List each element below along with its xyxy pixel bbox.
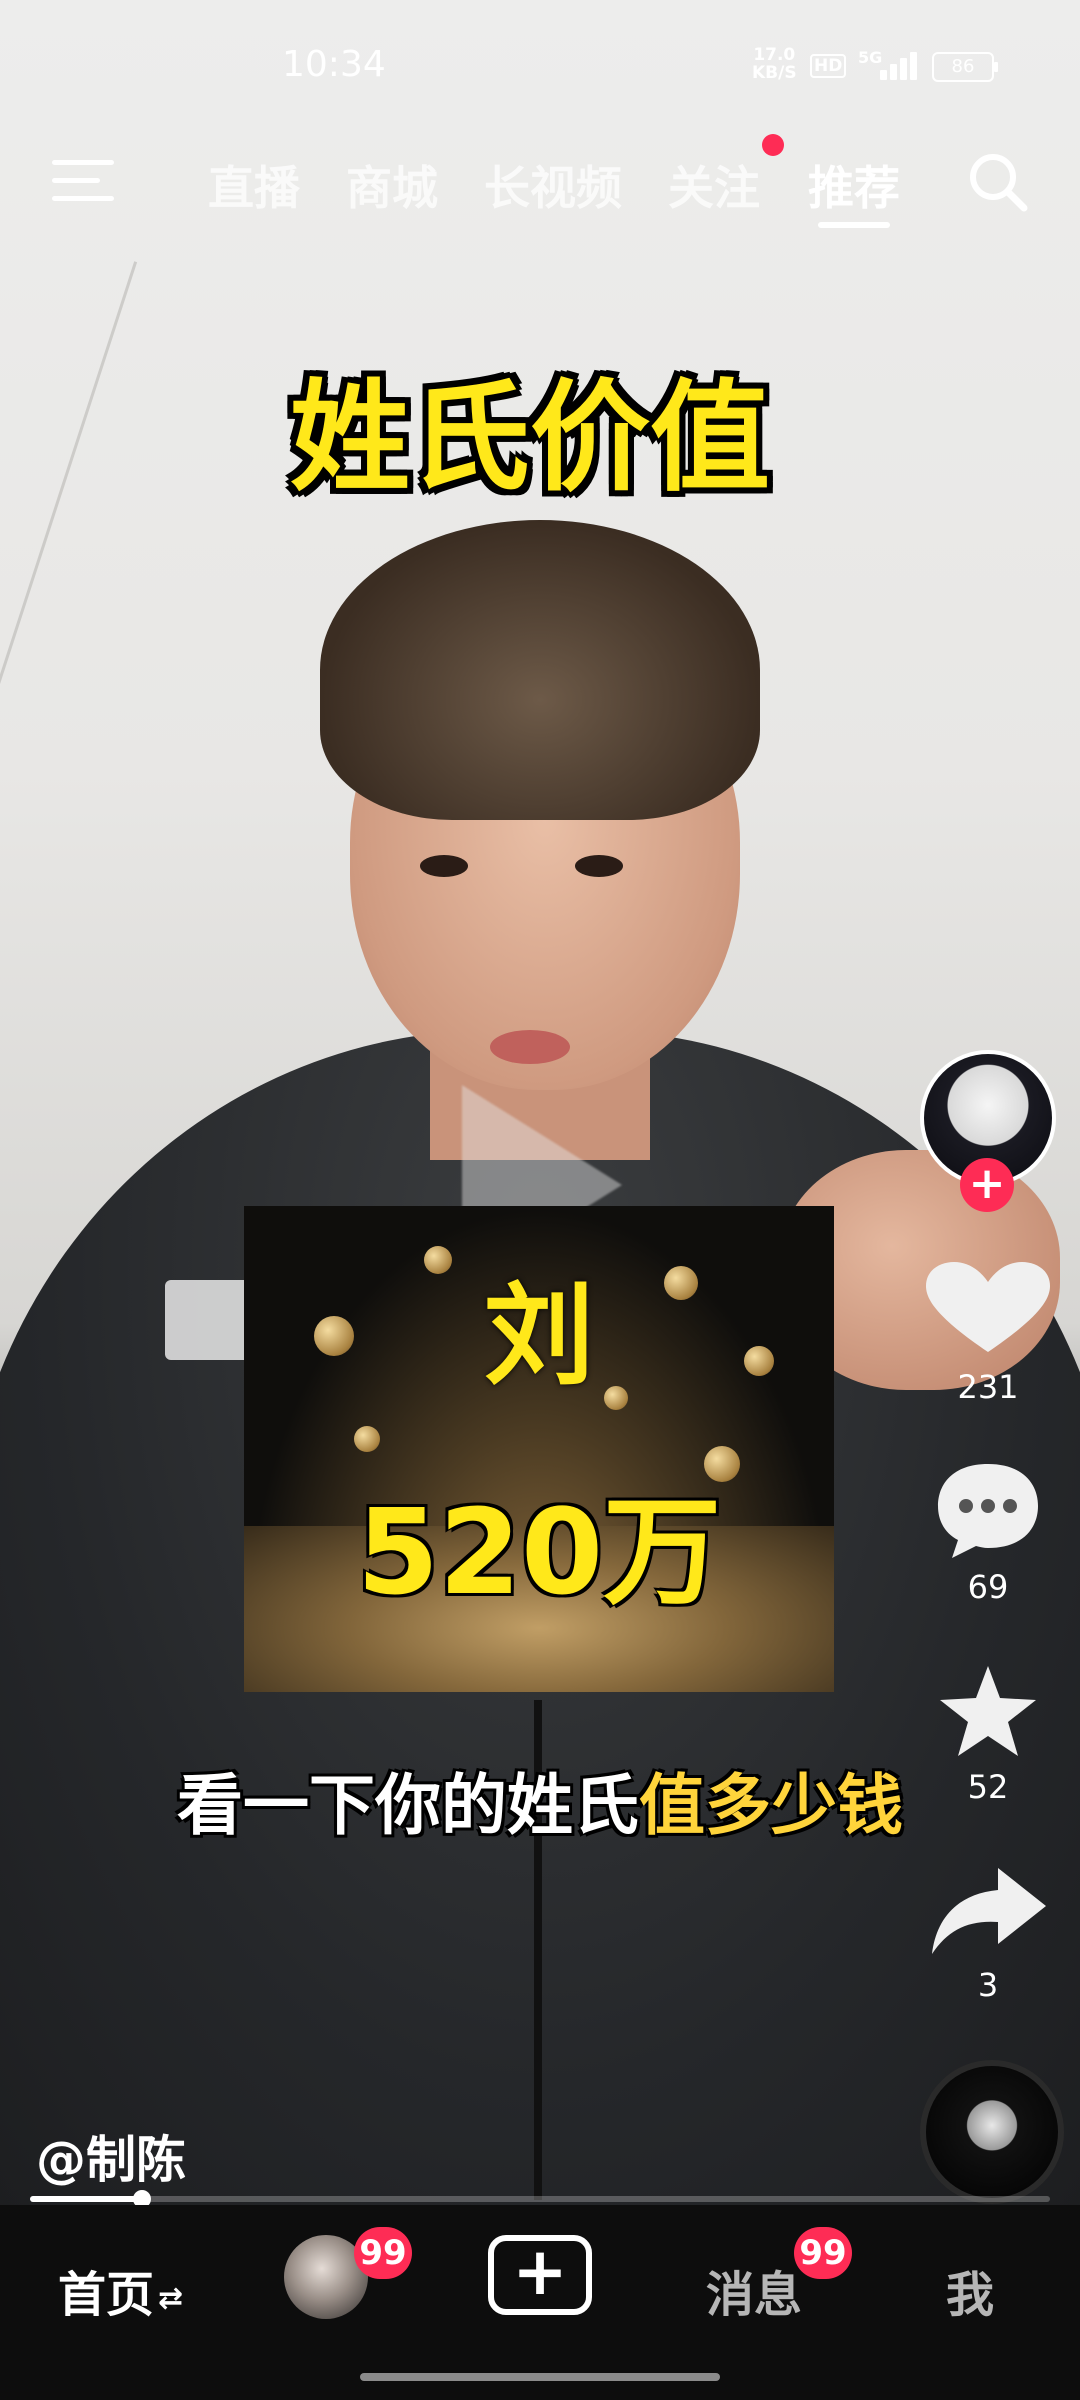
- nav-me[interactable]: 我: [946, 2255, 994, 2325]
- tab-live[interactable]: 直播: [208, 152, 300, 218]
- signal-icon: [880, 50, 920, 80]
- network-speed: 17.0 KB/S: [752, 46, 797, 82]
- tab-mall[interactable]: 商城: [346, 152, 438, 218]
- coin: [354, 1426, 380, 1452]
- friends-badge: 99: [354, 2227, 412, 2279]
- search-icon[interactable]: [966, 150, 1030, 214]
- heart-icon[interactable]: [918, 1260, 1058, 1360]
- battery-icon: 86: [932, 52, 998, 82]
- tab-recommended[interactable]: 推荐: [808, 152, 900, 218]
- surname-label: 刘: [484, 1272, 594, 1400]
- nav-messages[interactable]: 消息: [706, 2255, 802, 2325]
- tab-long-video[interactable]: 长视频: [484, 152, 622, 218]
- video-title-overlay: 姓氏价值: [290, 369, 770, 508]
- active-tab-underline: [818, 222, 890, 228]
- person-eye-left: [420, 855, 468, 877]
- status-bar: 10:34 17.0 KB/S HD 5G 86: [0, 0, 1080, 130]
- caption-yellow: 值多少钱: [639, 1767, 903, 1844]
- menu-icon[interactable]: [52, 156, 114, 206]
- comment-count: 69: [967, 1568, 1009, 1606]
- person-eye-right: [575, 855, 623, 877]
- caption-white: 看一下你的姓氏: [177, 1767, 639, 1844]
- tab-following[interactable]: 关注: [668, 152, 760, 218]
- nav-home-label: 首页: [58, 2267, 155, 2323]
- status-time: 10:34: [282, 44, 386, 85]
- person-hair: [320, 520, 760, 820]
- network-speed-value: 17.0: [753, 45, 796, 65]
- add-button[interactable]: +: [488, 2235, 592, 2315]
- video-progress-fill: [30, 2196, 143, 2202]
- star-icon[interactable]: [918, 1662, 1058, 1762]
- swap-icon: ⇄: [158, 2280, 184, 2316]
- favorite-count: 52: [967, 1768, 1009, 1806]
- home-indicator: [360, 2373, 720, 2381]
- following-notification-dot: [762, 134, 784, 156]
- coin-panel: 刘 520万: [244, 1206, 834, 1692]
- author-name[interactable]: @制陈: [36, 2120, 186, 2192]
- bottom-nav: 首页 ⇄ 99 + 消息 99 我: [0, 2205, 1080, 2400]
- messages-badge: 99: [794, 2227, 852, 2279]
- hd-icon: HD: [810, 54, 847, 78]
- like-count: 231: [957, 1368, 1019, 1406]
- top-nav: 直播 商城 长视频 关注 推荐: [0, 120, 1080, 240]
- jacket-logo: [165, 1280, 255, 1360]
- share-count: 3: [977, 1966, 999, 2004]
- follow-button[interactable]: +: [960, 1158, 1014, 1212]
- value-amount: 520万: [356, 1483, 722, 1621]
- network-speed-unit: KB/S: [752, 63, 797, 83]
- network-type: 5G: [858, 48, 883, 67]
- share-icon[interactable]: [918, 1862, 1058, 1962]
- video-progress-bar[interactable]: [30, 2190, 1050, 2208]
- comment-icon[interactable]: [918, 1460, 1058, 1560]
- person-mouth: [490, 1030, 570, 1064]
- nav-home[interactable]: 首页 ⇄: [58, 2255, 183, 2325]
- music-disc[interactable]: [920, 2060, 1064, 2204]
